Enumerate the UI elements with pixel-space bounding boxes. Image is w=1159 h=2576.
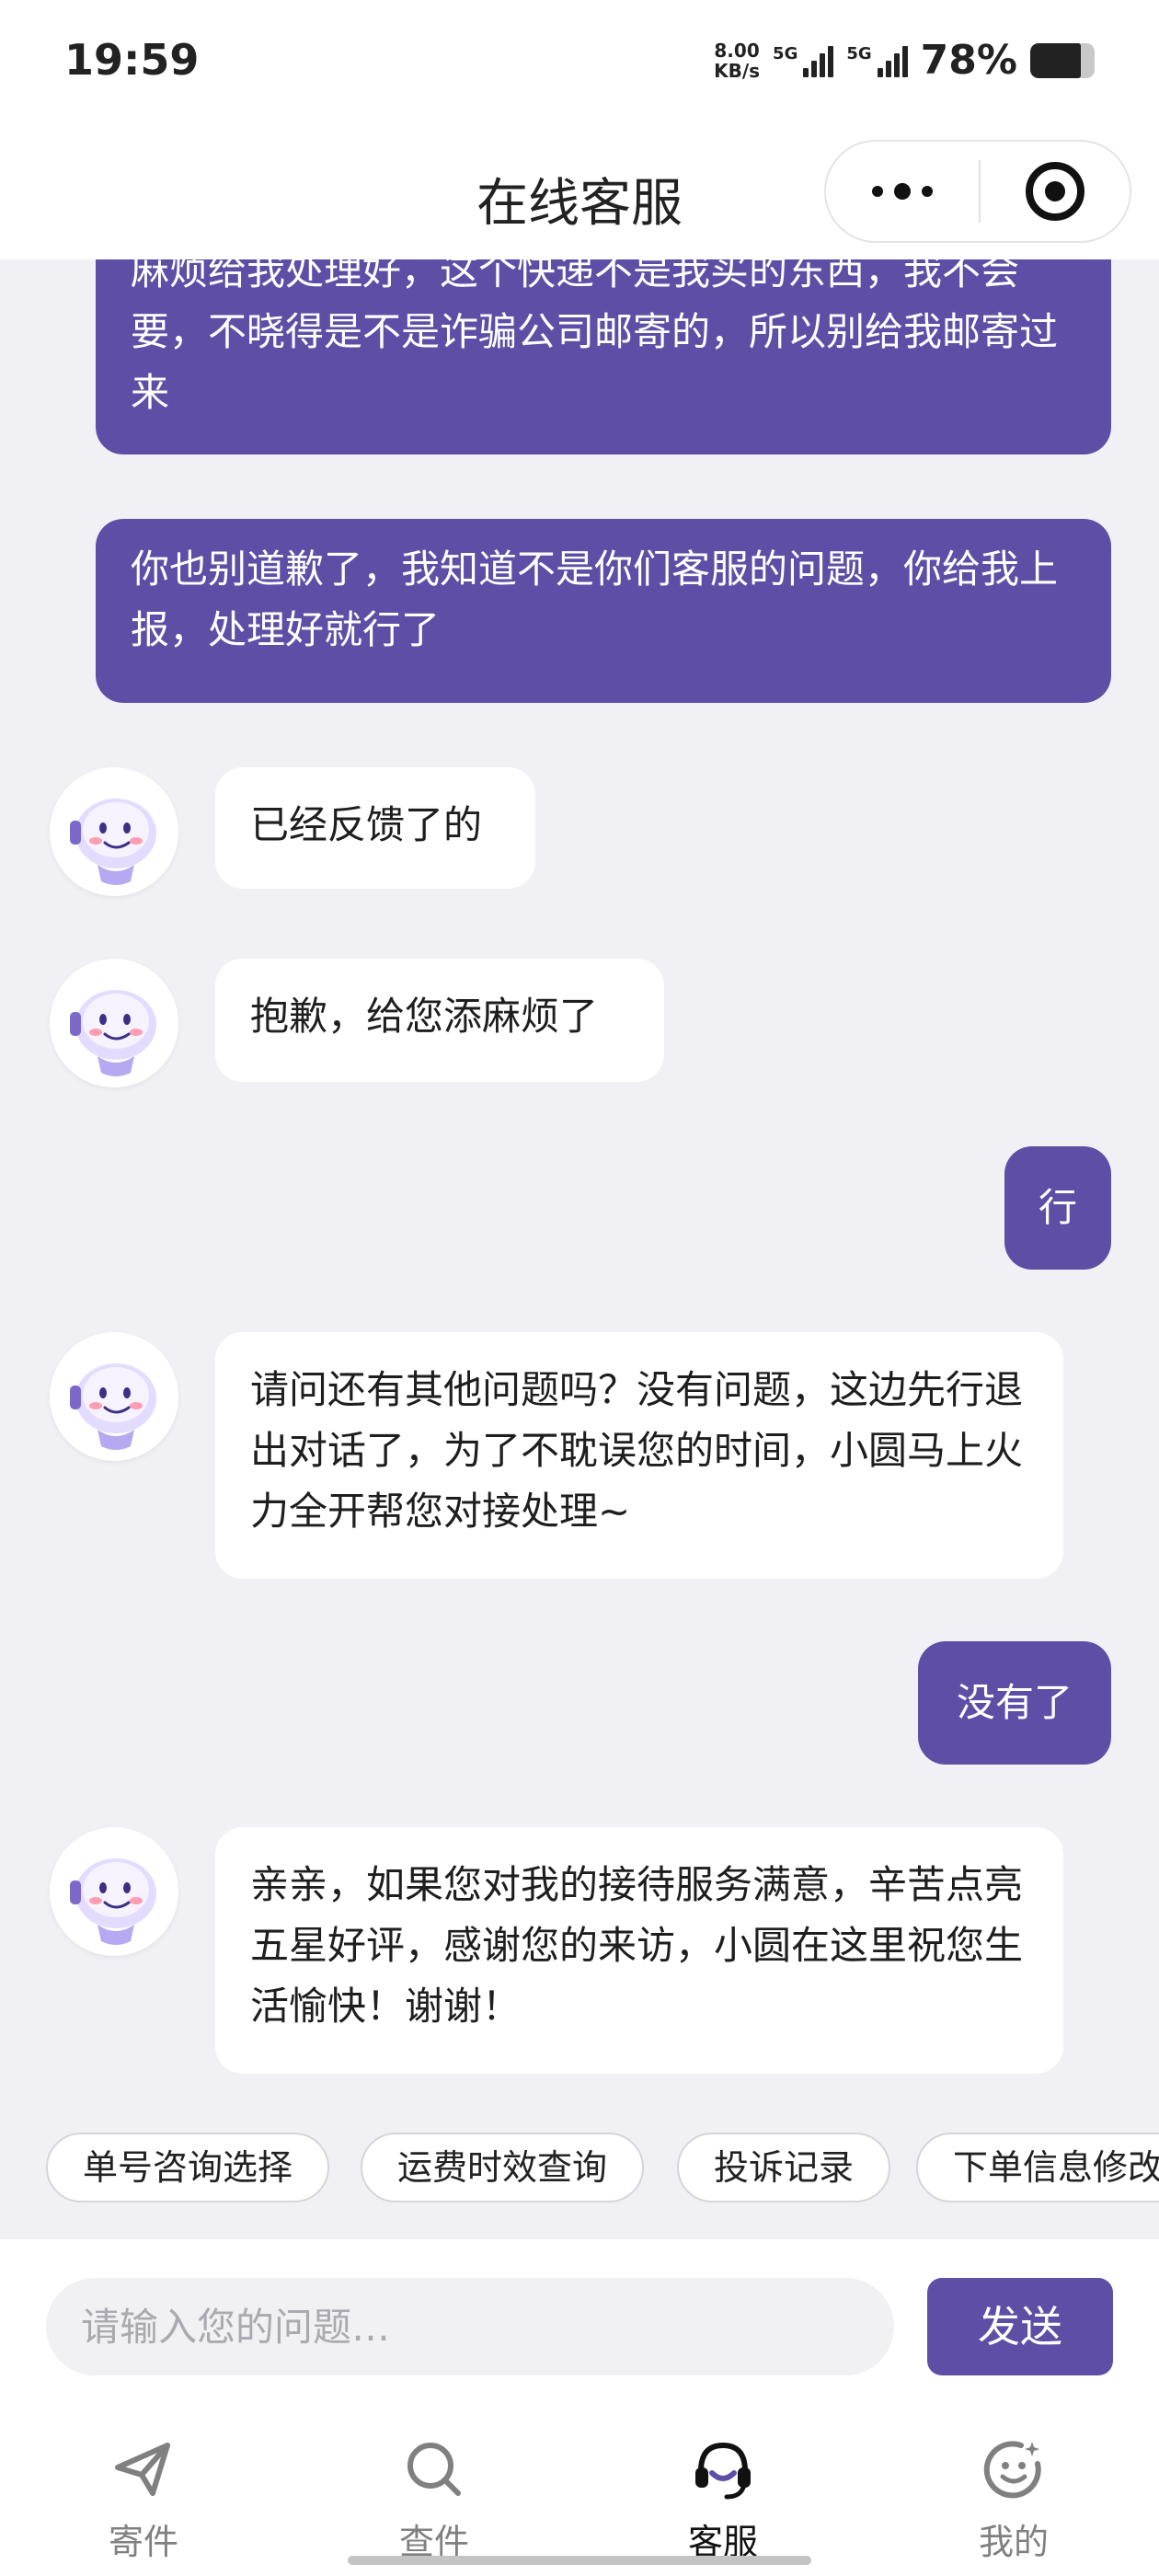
page-header: 在线客服 [0,129,1159,259]
bot-message: 已经反馈了的 [215,767,535,889]
bot-message: 抱歉，给您添麻烦了 [215,959,664,1082]
tab-service[interactable]: 客服 [631,2396,815,2576]
user-message-text: 行 [1038,1185,1077,1230]
battery-percent: 78% [920,37,1017,84]
target-close-icon [1026,162,1084,221]
sim1-label: 5G [773,43,798,63]
message-input-bar: 发送 [0,2239,1159,2396]
sim2-label: 5G [846,43,872,63]
user-message-text: 没有了 [956,1680,1073,1725]
bot-message-text: 抱歉，给您添麻烦了 [250,994,599,1039]
signal-sim2-icon: 5G [846,43,908,77]
tab-label: 我的 [978,2522,1049,2562]
robot-avatar-icon [70,990,156,1076]
tab-send[interactable]: 寄件 [52,2396,235,2576]
chat-messages[interactable]: 麻烦给我处理好，这个快递不是我买的东西，我不会要，不晓得是不是诈骗公司邮寄的，所… [0,259,1159,2239]
bot-message-text: 请问还有其他问题吗？没有问题，这边先行退出对话了，为了不耽误您的时间，小圆马上火… [250,1367,1024,1534]
miniapp-capsule [824,140,1131,243]
bot-message: 请问还有其他问题吗？没有问题，这边先行退出对话了，为了不耽误您的时间，小圆马上火… [215,1332,1063,1579]
network-speed-value: 8.00 [714,39,760,62]
message-input[interactable] [46,2278,894,2375]
quick-reply-chip[interactable]: 投诉记录 [677,2133,891,2202]
quick-reply-chip[interactable]: 单号咨询选择 [46,2133,330,2202]
tab-track[interactable]: 查件 [342,2396,526,2576]
bot-avatar [50,1332,178,1461]
quick-reply-bar[interactable]: 单号咨询选择 运费时效查询 投诉记录 下单信息修改 [0,2127,1159,2210]
user-message: 没有了 [918,1641,1111,1765]
profile-face-icon [983,2441,1041,2499]
bottom-tab-bar: 寄件 查件 客服 我的 [0,2396,1159,2576]
more-dots-icon[interactable] [826,142,979,241]
battery-icon [1030,42,1095,78]
robot-avatar-icon [70,1363,156,1450]
status-bar: 19:59 8.00 KB/s 5G 5G 78% [0,0,1159,129]
bot-message: 亲亲，如果您对我的接待服务满意，辛苦点亮五星好评，感谢您的来访，小圆在这里祝您生… [215,1827,1063,2074]
home-indicator[interactable] [348,2556,811,2565]
bot-avatar [50,1827,178,1956]
status-indicators: 8.00 KB/s 5G 5G 78% [714,37,1095,84]
user-message: 行 [1004,1146,1111,1270]
headset-icon [695,2442,751,2500]
bot-message-text: 已经反馈了的 [250,802,483,847]
quick-reply-chip[interactable]: 下单信息修改 [916,2133,1159,2202]
user-message: 麻烦给我处理好，这个快递不是我买的东西，我不会要，不晓得是不是诈骗公司邮寄的，所… [96,259,1111,454]
tab-profile[interactable]: 我的 [922,2396,1106,2576]
bot-message-text: 亲亲，如果您对我的接待服务满意，辛苦点亮五星好评，感谢您的来访，小圆在这里祝您生… [250,1862,1024,2029]
network-speed-unit: KB/s [714,59,761,82]
user-message-text: 麻烦给我处理好，这个快递不是我买的东西，我不会要，不晓得是不是诈骗公司邮寄的，所… [131,259,1059,415]
send-button[interactable]: 发送 [927,2278,1113,2375]
network-speed: 8.00 KB/s [714,40,760,81]
signal-sim1-icon: 5G [773,43,834,77]
search-icon [407,2443,461,2496]
bot-avatar [50,767,178,896]
quick-reply-chip[interactable]: 运费时效查询 [361,2133,645,2202]
close-button[interactable] [981,162,1130,221]
send-icon [115,2443,170,2496]
tab-label: 寄件 [108,2522,178,2562]
user-message: 你也别道歉了，我知道不是你们客服的问题，你给我上报，处理好就行了 [96,519,1111,703]
robot-avatar-icon [70,1858,156,1945]
user-message-text: 你也别道歉了，我知道不是你们客服的问题，你给我上报，处理好就行了 [131,546,1059,652]
status-time: 19:59 [64,35,200,85]
robot-avatar-icon [70,799,156,885]
bot-avatar [50,959,178,1087]
